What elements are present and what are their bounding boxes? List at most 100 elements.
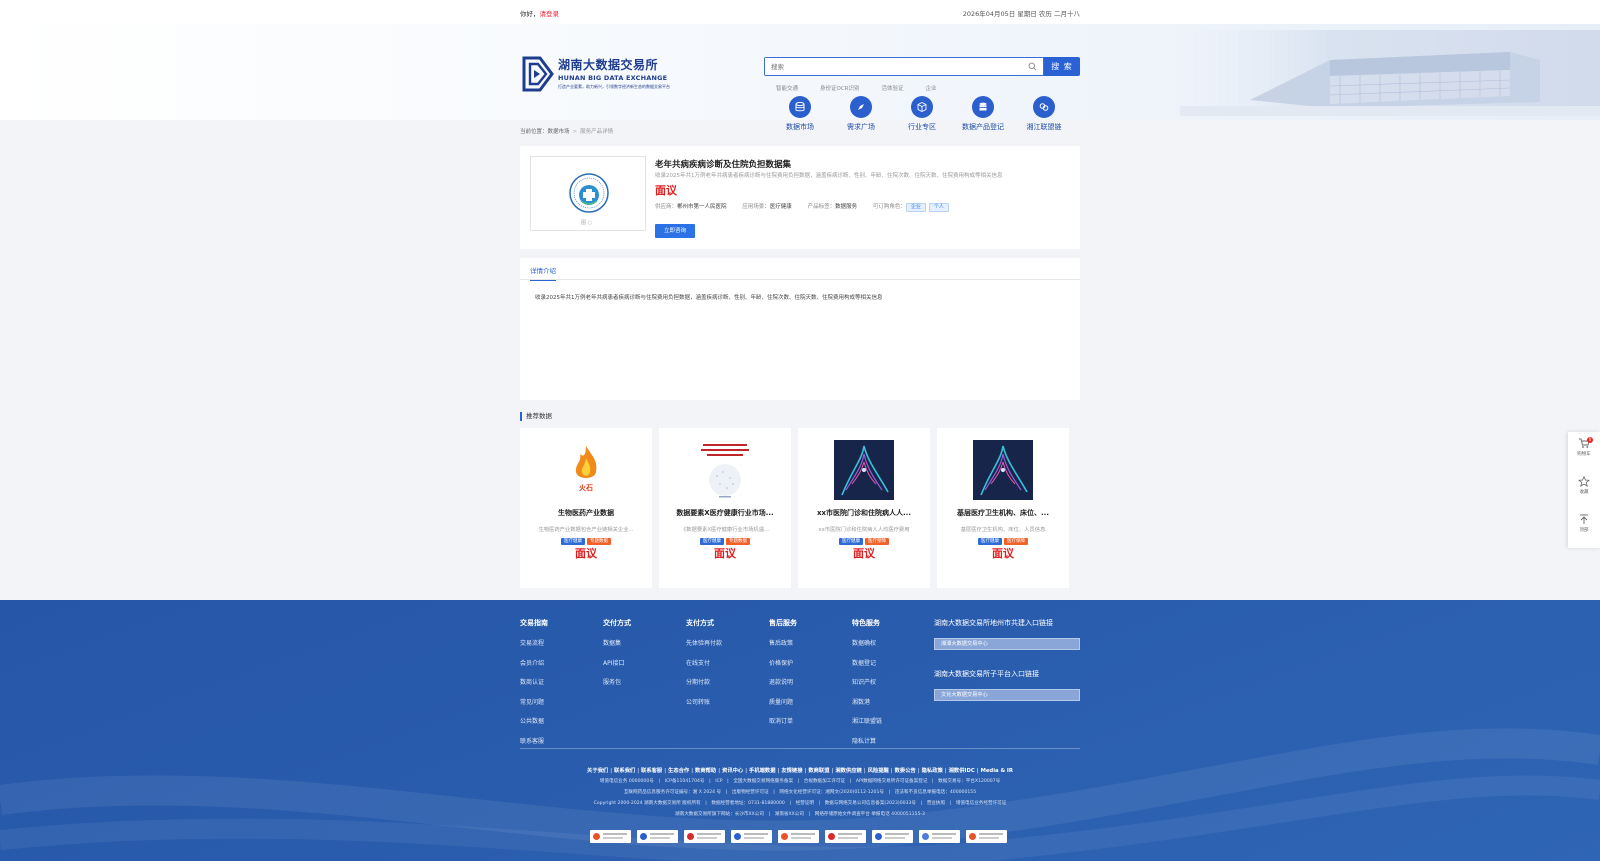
footer-link[interactable]: 价格保护 xyxy=(769,658,797,667)
certification-badge[interactable] xyxy=(872,830,913,843)
breadcrumb-home[interactable]: 数据市场 xyxy=(548,129,570,135)
subplatform-links-title: 湖南大数据交易所子平台入口链接 xyxy=(934,670,1039,678)
footer-link[interactable]: 数商认证 xyxy=(520,677,548,686)
recommend-name: 基层医疗卫生机构、床位、... xyxy=(957,509,1049,517)
subplatform-link-select[interactable]: 文化大数据交易中心 xyxy=(934,689,1080,701)
search-icon[interactable] xyxy=(1028,62,1037,71)
footer-nav-link[interactable]: 数商联盟 xyxy=(808,768,829,774)
footer-nav-link[interactable]: 资讯中心 xyxy=(722,768,743,774)
footer: 交易指南 交易流程 会员介绍 数商认证 常见问题 公共数据 联系客服 交付方式 … xyxy=(0,600,1600,861)
recommend-card[interactable]: 火石 生物医药产业数据 生物医药产业数据包含产业链相关企业... 医疗健康 专题数… xyxy=(520,428,652,588)
certification-badges xyxy=(590,830,1013,843)
footer-link[interactable]: 数据登记 xyxy=(852,658,882,667)
certification-badge[interactable] xyxy=(778,830,819,843)
footer-link[interactable]: 质量问题 xyxy=(769,697,797,706)
recommend-name: xx市医院门诊和住院病人人... xyxy=(816,509,911,517)
footer-link[interactable]: 服务包 xyxy=(603,677,631,686)
recommend-name: 生物医药产业数据 xyxy=(558,509,614,517)
footer-link[interactable]: 常见问题 xyxy=(520,697,548,706)
hot-keyword[interactable]: 身份证OCR识别 xyxy=(820,84,860,92)
site-logo[interactable]: 湖南大数据交易所 HUNAN BIG DATA EXCHANGE 打造产业要素，… xyxy=(520,52,670,96)
recommend-card[interactable]: 数据要素X医疗健康行业市场... 《数据要素X医疗健康行业市场机遇... 医疗健… xyxy=(659,428,791,588)
certification-badge[interactable] xyxy=(966,830,1007,843)
breadcrumb-separator: > xyxy=(572,129,578,135)
footer-link[interactable]: 取消订单 xyxy=(769,716,797,725)
footer-link[interactable]: 售后政策 xyxy=(769,638,797,647)
footer-nav-link[interactable]: 风险提醒 xyxy=(868,768,889,774)
footer-link[interactable]: 退款说明 xyxy=(769,677,797,686)
certification-badge[interactable] xyxy=(684,830,725,843)
tab-detail-intro[interactable]: 详情介绍 xyxy=(530,265,556,281)
footer-nav-link[interactable]: 关于我们 xyxy=(587,768,608,774)
footer-link[interactable]: 数据集 xyxy=(603,638,631,647)
search-input[interactable] xyxy=(765,58,1015,75)
certification-badge[interactable] xyxy=(731,830,772,843)
footer-nav-link[interactable]: 友情链接 xyxy=(781,768,802,774)
hot-keyword[interactable]: 活体验证 xyxy=(882,84,904,92)
footer-nav-link[interactable]: 联系我们 xyxy=(614,768,635,774)
buyer-key: 可订购角色： xyxy=(872,204,906,210)
footer-link[interactable]: 湘江联盟链 xyxy=(852,716,882,725)
nav-demand-square[interactable]: 需求广场 xyxy=(831,96,891,132)
search-button[interactable]: 搜 索 xyxy=(1044,57,1080,76)
footer-link[interactable]: 湘数港 xyxy=(852,697,882,706)
recommend-price: 面议 xyxy=(575,547,597,560)
floating-toolbar: 0 购物车 收藏 顶部 xyxy=(1568,432,1600,548)
certification-badge[interactable] xyxy=(637,830,678,843)
footer-nav-link[interactable]: Media & IR xyxy=(981,768,1013,774)
footer-nav-link[interactable]: 联系客服 xyxy=(641,768,662,774)
cart-button[interactable]: 0 购物车 xyxy=(1568,437,1600,457)
favorite-button[interactable]: 收藏 xyxy=(1568,475,1600,495)
footer-nav-link[interactable]: 手机端数据 xyxy=(749,768,776,774)
register-icon xyxy=(972,96,994,118)
hot-keywords: 智能交通 身份证OCR识别 活体验证 企业 xyxy=(776,84,959,92)
recommend-card[interactable]: 基层医疗卫生机构、床位、... 基层医疗卫生机构、床位、人员信息 医疗健康 医疗保… xyxy=(937,428,1069,588)
certification-badge[interactable] xyxy=(919,830,960,843)
footer-link[interactable]: 分期付款 xyxy=(686,677,722,686)
footer-nav-link[interactable]: 数商帮助 xyxy=(695,768,716,774)
certification-badge[interactable] xyxy=(590,830,631,843)
recommend-tag: 医疗健康 xyxy=(839,538,863,545)
recommend-tag: 专题数据 xyxy=(726,538,750,545)
nav-data-market[interactable]: 数据市场 xyxy=(770,96,830,132)
login-link[interactable]: 请登录 xyxy=(540,10,560,18)
footer-link[interactable]: 知识产权 xyxy=(852,677,882,686)
recommend-card[interactable]: xx市医院门诊和住院病人人... xx市医院门诊和住院病人人均医疗费用 医疗健康… xyxy=(798,428,930,588)
footer-nav-link[interactable]: 湘数供IDC xyxy=(949,768,975,774)
supplier-value[interactable]: 郴州市第一人民医院 xyxy=(677,204,727,210)
nav-product-register[interactable]: 数据产品登记 xyxy=(953,96,1013,132)
back-to-top-button[interactable]: 顶部 xyxy=(1568,514,1600,533)
footer-nav-link[interactable]: 湘数供应链 xyxy=(835,768,862,774)
footer-link[interactable]: 交易流程 xyxy=(520,638,548,647)
footer-link[interactable]: 联系客服 xyxy=(520,736,548,745)
hot-keyword[interactable]: 智能交通 xyxy=(776,84,798,92)
detail-panel: 详情介绍 收录2025年共1万例老年共病患者疾病诊断与住院费用负担数据，涵盖疾病… xyxy=(520,258,1080,400)
footer-link[interactable]: 在线支付 xyxy=(686,658,722,667)
hot-keyword[interactable]: 企业 xyxy=(926,84,937,92)
certification-badge[interactable] xyxy=(825,830,866,843)
consult-button[interactable]: 立即咨询 xyxy=(655,224,695,238)
footer-nav-link[interactable]: 隐私政策 xyxy=(922,768,943,774)
footer-link[interactable]: API接口 xyxy=(603,658,631,667)
footer-link[interactable]: 公共数据 xyxy=(520,716,548,725)
footer-col-special: 特色服务 数据确权 数据登记 知识产权 湘数港 湘江联盟链 隐私计算 xyxy=(852,618,882,755)
footer-link[interactable]: 隐私计算 xyxy=(852,736,882,745)
city-link-select[interactable]: 湘潭大数据交易中心 xyxy=(934,638,1080,650)
footer-link[interactable]: 数据确权 xyxy=(852,638,882,647)
nav-label: 行业专区 xyxy=(908,123,936,131)
city-links-title: 湖南大数据交易所地州市共建入口链接 xyxy=(934,619,1053,627)
recommend-tag: 医疗健康 xyxy=(561,538,585,545)
footer-link[interactable]: 先体验再付款 xyxy=(686,638,722,647)
compass-icon xyxy=(850,96,872,118)
footer-nav-link[interactable]: 生态合作 xyxy=(668,768,689,774)
abstract-art-icon xyxy=(973,440,1033,500)
flame-logo-icon: 火石 xyxy=(575,446,597,492)
date-display: 2026年04月05日 星期日 农历 二月十八 xyxy=(962,10,1080,18)
product-image: 图 ○ xyxy=(530,156,646,231)
nav-label: 需求广场 xyxy=(847,123,875,131)
footer-link[interactable]: 会员介绍 xyxy=(520,658,548,667)
footer-link[interactable]: 公司转账 xyxy=(686,697,722,706)
nav-industry-zone[interactable]: 行业专区 xyxy=(892,96,952,132)
nav-xiangjiang-chain[interactable]: 湘江联盟链 xyxy=(1014,96,1074,132)
footer-nav-link[interactable]: 数委公告 xyxy=(895,768,916,774)
